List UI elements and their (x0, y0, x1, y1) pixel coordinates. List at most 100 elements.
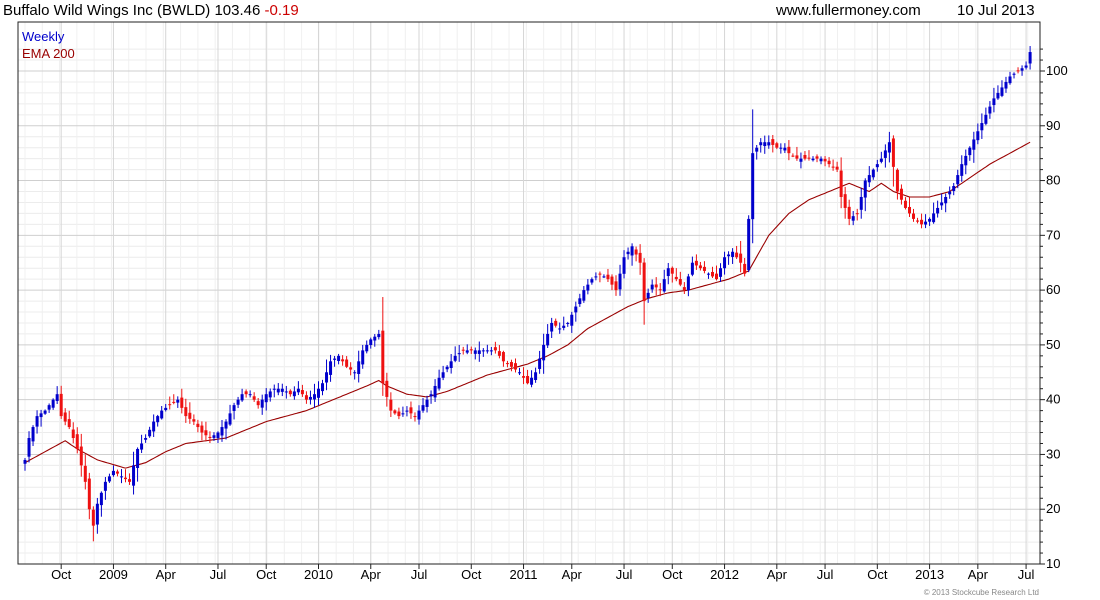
candle-body (924, 221, 928, 225)
candle-body (755, 147, 759, 152)
x-tick-label: Oct (51, 567, 72, 582)
candle-body (920, 219, 924, 225)
candle-body (996, 92, 1000, 99)
candle-body (891, 138, 895, 167)
candle-body (570, 314, 574, 326)
candle-body (240, 394, 244, 401)
x-tick-label: Jul (411, 567, 428, 582)
candle-body (212, 435, 216, 438)
candle-body (916, 220, 920, 222)
candle-body (630, 246, 634, 256)
candle-body (590, 279, 594, 283)
candle-body (99, 492, 103, 506)
candle-body (461, 349, 465, 351)
candle-body (843, 194, 847, 208)
candle-body (316, 388, 320, 398)
plot-background (18, 22, 1040, 564)
candle-body (638, 252, 642, 263)
candle-body (582, 290, 586, 301)
copyright-text: © 2013 Stockcube Research Ltd (924, 588, 1039, 597)
candle-body (863, 180, 867, 198)
candle-body (710, 271, 714, 277)
candle-body (622, 257, 626, 274)
candle-body (140, 443, 144, 450)
x-tick-label: Jul (817, 567, 834, 582)
candle-body (485, 350, 489, 352)
candle-body (839, 170, 843, 197)
candle-body (63, 412, 67, 422)
candle-body (389, 399, 393, 411)
candle-body (288, 390, 292, 395)
candle-body (1000, 87, 1004, 96)
candle-body (119, 476, 123, 478)
candle-body (312, 394, 316, 400)
candle-body (128, 479, 132, 482)
candle-body (791, 155, 795, 157)
candle-body (976, 131, 980, 141)
y-tick-label: 70 (1046, 227, 1060, 242)
candle-body (437, 377, 441, 389)
candle-body (811, 158, 815, 161)
candle-body (883, 150, 887, 158)
candle-body (562, 325, 566, 328)
candle-body (433, 385, 437, 398)
candle-body (847, 206, 851, 219)
candle-body (409, 407, 413, 414)
candle-body (304, 395, 308, 400)
candle-body (192, 419, 196, 422)
candle-body (300, 390, 304, 395)
candle-body (831, 166, 835, 168)
candle-body (698, 265, 702, 269)
candle-body (160, 410, 164, 419)
x-tick-label: 2011 (510, 567, 538, 582)
candle-body (558, 328, 562, 330)
candle-body (964, 155, 968, 166)
candle-body (706, 273, 710, 275)
candle-body (59, 393, 63, 417)
candle-body (735, 252, 739, 258)
candle-body (719, 268, 723, 277)
candle-body (365, 344, 369, 352)
candle-body (357, 361, 361, 374)
candle-body (666, 268, 670, 277)
x-tick-label: 2012 (710, 567, 739, 582)
candle-body (31, 427, 35, 442)
candle-body (369, 339, 373, 346)
candle-body (445, 366, 449, 370)
x-tick-label: Oct (662, 567, 683, 582)
candle-body (686, 276, 690, 291)
x-tick-label: Jul (1018, 567, 1035, 582)
candle-body (634, 249, 638, 255)
candle-body (501, 352, 505, 362)
candle-body (325, 372, 329, 383)
candle-body (248, 394, 252, 396)
y-axis: 10 20 30 40 50 60 70 80 90 100 (1040, 48, 1068, 571)
candle-body (381, 330, 385, 384)
candle-body (646, 292, 650, 299)
candle-body (308, 396, 312, 400)
candle-body (168, 404, 172, 406)
candle-body (932, 213, 936, 223)
candle-body (715, 273, 719, 280)
candle-body (353, 372, 357, 374)
candle-body (397, 411, 401, 417)
x-tick-label: Apr (562, 567, 583, 582)
candle-body (505, 363, 509, 365)
candle-body (83, 465, 87, 482)
candle-body (731, 251, 735, 257)
candle-body (903, 200, 907, 208)
candle-body (783, 147, 787, 151)
price-chart: 10 20 30 40 50 60 70 80 90 100 Oct 2009 Apr Jul Oct 20… (17, 21, 1068, 597)
x-tick-label: 2009 (99, 567, 128, 582)
candle-body (594, 276, 598, 278)
y-tick-label: 40 (1046, 392, 1060, 407)
x-tick-label: Oct (461, 567, 482, 582)
candle-body (530, 377, 534, 385)
candle-body (522, 376, 526, 378)
candle-body (429, 394, 433, 397)
x-tick-label: 2010 (304, 567, 333, 582)
candle-body (658, 289, 662, 291)
candle-body (542, 344, 546, 361)
candle-body (156, 416, 160, 423)
candle-body (87, 478, 91, 510)
